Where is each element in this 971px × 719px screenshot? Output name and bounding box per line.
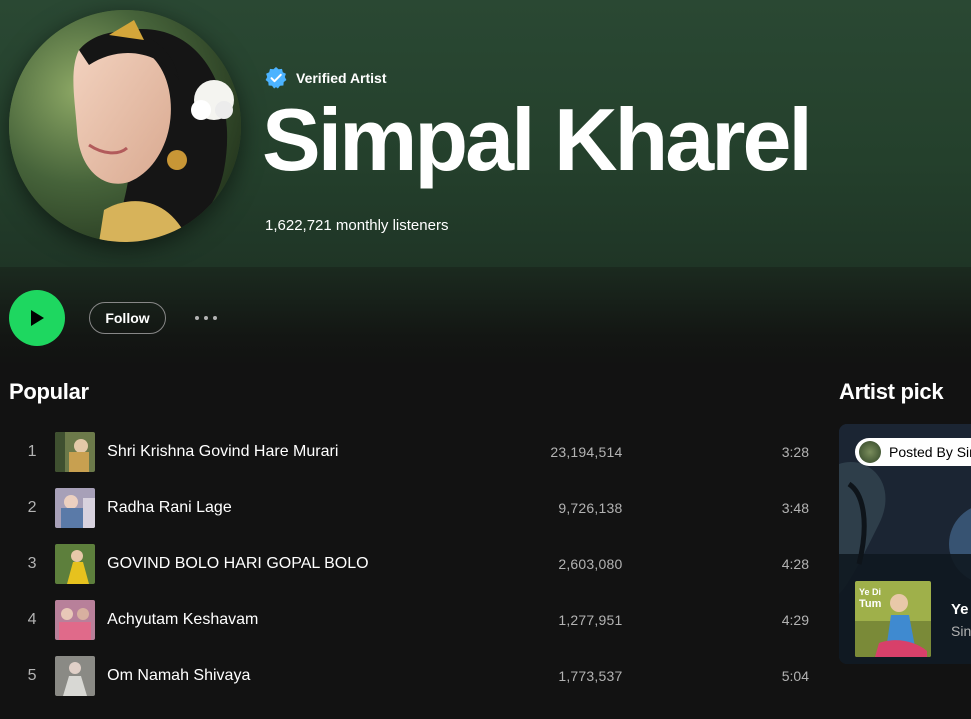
artist-photo (9, 10, 241, 242)
track-cover (55, 656, 96, 696)
posted-by-pill: Posted By Sim (855, 438, 971, 466)
track-row[interactable]: 1 Shri Krishna Govind Hare Murari 23,194… (9, 424, 809, 480)
artist-header: Verified Artist Simpal Kharel 1,622,721 … (0, 0, 971, 267)
more-dot-icon (204, 316, 208, 320)
verified-badge: Verified Artist (264, 66, 387, 90)
action-bar: Follow (0, 267, 971, 367)
monthly-listeners: 1,622,721 monthly listeners (265, 217, 449, 234)
track-row[interactable]: 2 Radha Rani Lage 9,726,138 3:48 (9, 480, 809, 536)
track-number: 5 (27, 667, 37, 684)
track-title[interactable]: Radha Rani Lage (107, 499, 412, 517)
track-duration: 5:04 (781, 668, 809, 684)
posted-by-label: Posted By Sim (889, 444, 971, 460)
track-duration: 3:48 (781, 500, 809, 516)
track-row[interactable]: 3 GOVIND BOLO HARI GOPAL BOLO 2,603,080 … (9, 536, 809, 592)
track-cover (55, 544, 96, 584)
posted-by-avatar (859, 441, 881, 463)
artist-pick-heading: Artist pick (839, 379, 944, 404)
verified-check-icon (265, 67, 287, 89)
artist-pick-song[interactable]: Ye (951, 601, 969, 618)
artist-pick-cover[interactable]: Ye Di Tum (855, 581, 931, 657)
track-duration: 3:28 (781, 444, 809, 460)
play-icon (31, 310, 44, 326)
track-play-count: 1,773,537 (558, 668, 623, 684)
track-title[interactable]: Achyutam Keshavam (107, 611, 412, 629)
track-play-count: 23,194,514 (550, 444, 623, 460)
track-title[interactable]: Om Namah Shivaya (107, 667, 412, 685)
artist-pick-card[interactable]: Posted By Sim Ye Di Tum Ye Sin (839, 424, 971, 664)
artist-avatar (9, 10, 241, 242)
more-options-button[interactable] (190, 307, 222, 329)
more-dot-icon (213, 316, 217, 320)
track-number: 3 (27, 555, 37, 572)
svg-text:Tum: Tum (859, 598, 882, 610)
track-play-count: 1,277,951 (558, 612, 623, 628)
popular-track-list: 1 Shri Krishna Govind Hare Murari 23,194… (9, 424, 809, 704)
follow-button[interactable]: Follow (89, 302, 166, 334)
svg-text:Ye Di: Ye Di (859, 587, 881, 597)
artist-page: Verified Artist Simpal Kharel 1,622,721 … (0, 0, 971, 719)
more-dot-icon (195, 316, 199, 320)
track-number: 2 (27, 499, 37, 516)
track-cover (55, 488, 96, 528)
track-row[interactable]: 5 Om Namah Shivaya 1,773,537 5:04 (9, 648, 809, 704)
track-title[interactable]: Shri Krishna Govind Hare Murari (107, 443, 412, 461)
track-row[interactable]: 4 Achyutam Keshavam 1,277,951 4:29 (9, 592, 809, 648)
play-button[interactable] (9, 290, 65, 346)
track-duration: 4:28 (781, 556, 809, 572)
track-duration: 4:29 (781, 612, 809, 628)
track-number: 1 (27, 443, 37, 460)
artist-name: Simpal Kharel (262, 90, 813, 189)
artist-pick-subtitle: Sin (951, 623, 971, 639)
track-title[interactable]: GOVIND BOLO HARI GOPAL BOLO (107, 555, 412, 573)
track-play-count: 2,603,080 (558, 556, 623, 572)
track-number: 4 (27, 611, 37, 628)
popular-heading: Popular (9, 379, 89, 404)
track-play-count: 9,726,138 (558, 500, 623, 516)
track-cover (55, 432, 96, 472)
track-cover (55, 600, 96, 640)
verified-label: Verified Artist (296, 70, 387, 86)
